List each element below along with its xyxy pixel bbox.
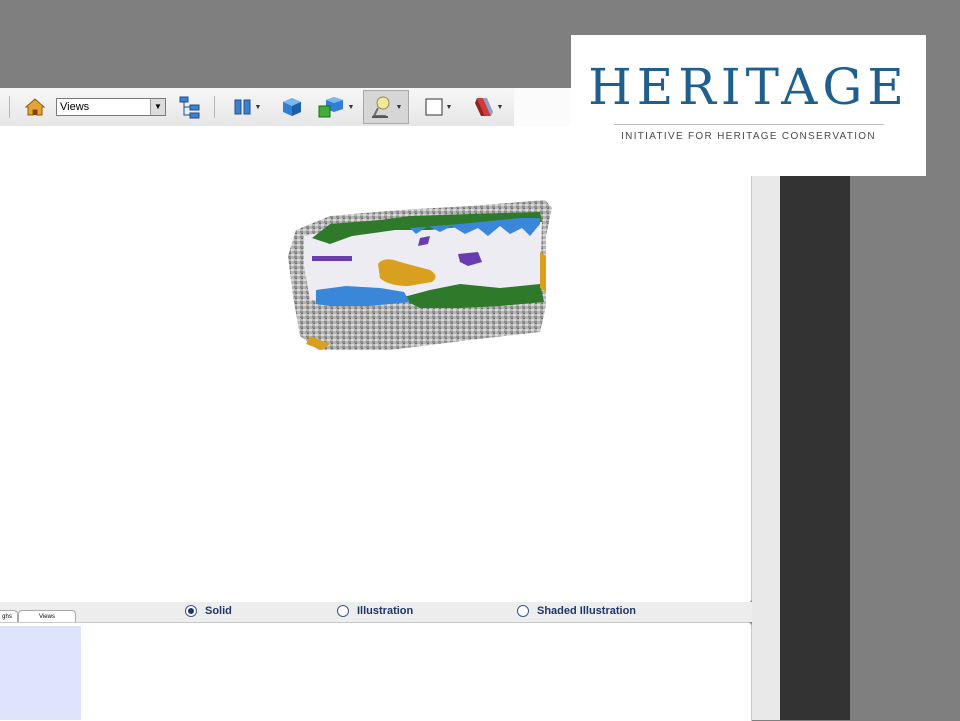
lighting-icon	[371, 96, 390, 118]
chevron-down-icon[interactable]: ▼	[255, 104, 262, 111]
chevron-down-icon[interactable]: ▼	[348, 104, 355, 111]
render-mode-label: Shaded Illustration	[537, 605, 637, 617]
render-mode-shaded-illustration[interactable]: Shaded Illustration	[517, 605, 636, 617]
tab-label: Views	[39, 614, 55, 620]
bottom-panel-list[interactable]	[0, 626, 81, 720]
split-view-button[interactable]: ▼	[228, 94, 266, 120]
cube-icon	[283, 98, 301, 116]
render-mode-solid[interactable]: Solid	[185, 605, 232, 617]
tab-label: ghs	[2, 614, 12, 620]
multi-cube-icon	[318, 97, 343, 118]
model-tree-icon	[179, 96, 200, 119]
logo-subtitle: INITIATIVE FOR HERITAGE CONSERVATION	[621, 131, 876, 142]
viewer-side-gutter	[752, 126, 780, 720]
chevron-down-icon[interactable]: ▼	[446, 104, 453, 111]
lighting-button[interactable]: ▼	[363, 90, 409, 124]
home-button[interactable]	[22, 94, 48, 120]
toolbar-empty-area	[514, 88, 572, 127]
home-icon	[25, 98, 45, 116]
dark-side-panel	[780, 176, 850, 720]
split-view-icon	[234, 99, 251, 115]
viewer-toolbar: Views ▼ ▼ ▼ ▼ ▼ ▼	[0, 88, 514, 127]
background-color-icon	[425, 98, 443, 116]
render-mode-illustration[interactable]: Illustration	[337, 605, 413, 617]
views-dropdown-value: Views	[60, 101, 90, 113]
toolbar-separator	[9, 96, 10, 118]
3d-model-render[interactable]	[0, 126, 751, 602]
bottom-panel	[0, 622, 752, 721]
render-style-button[interactable]: ▼	[466, 94, 508, 120]
multi-cube-button[interactable]: ▼	[314, 94, 356, 120]
render-mode-label: Illustration	[357, 605, 414, 617]
chevron-down-icon[interactable]: ▼	[396, 104, 403, 111]
logo-divider	[614, 124, 884, 125]
illustration-radio[interactable]	[337, 605, 349, 617]
3d-viewport[interactable]	[0, 126, 752, 603]
toolbar-separator	[214, 96, 215, 118]
render-mode-bar: ghs Views Solid Illustration Shaded Illu…	[0, 602, 752, 623]
render-mode-label: Solid	[205, 605, 232, 617]
chevron-down-icon[interactable]: ▼	[150, 99, 165, 115]
shaded-illustration-radio[interactable]	[517, 605, 529, 617]
background-color-button[interactable]: ▼	[418, 94, 458, 120]
views-dropdown[interactable]: Views ▼	[56, 98, 166, 116]
cube-button[interactable]	[278, 94, 306, 120]
heritage-logo: HERITAGE INITIATIVE FOR HERITAGE CONSERV…	[571, 35, 926, 176]
render-style-icon	[474, 98, 493, 116]
chevron-down-icon[interactable]: ▼	[497, 104, 504, 111]
logo-title: HERITAGE	[588, 58, 909, 116]
model-tree-button[interactable]	[176, 94, 204, 120]
solid-radio[interactable]	[185, 605, 197, 617]
